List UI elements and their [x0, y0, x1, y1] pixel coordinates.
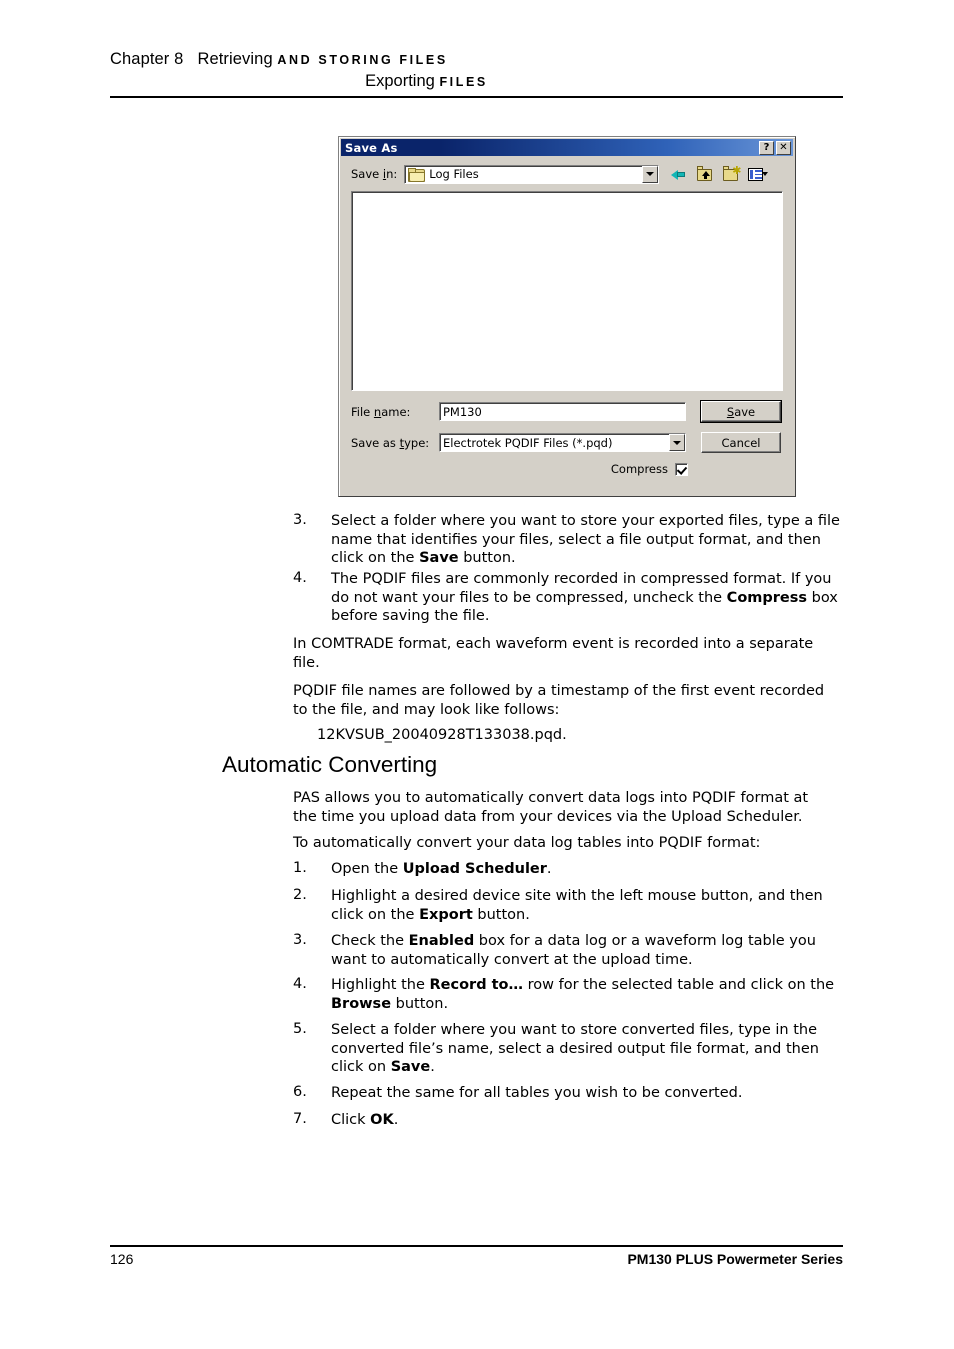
save-in-label: Save in: [351, 167, 398, 181]
page-footer: 126 PM130 PLUS Powermeter Series [110, 1251, 843, 1267]
folder-icon [408, 167, 426, 182]
header-divider [110, 96, 843, 98]
list-item: 6. Repeat the same for all tables you wi… [293, 1084, 841, 1103]
paragraph-pas-intro: PAS allows you to automatically convert … [293, 790, 809, 825]
close-icon[interactable]: ✕ [776, 140, 791, 155]
file-name-value: PM130 [443, 404, 482, 419]
save-as-type-value: Electrotek PQDIF Files (*.pqd) [443, 435, 613, 450]
new-folder-icon[interactable]: ✱ [721, 165, 742, 184]
list-item: 2. Highlight a desired device site with … [293, 887, 841, 924]
list-item-number: 4. [293, 976, 307, 992]
dialog-title: Save As [345, 140, 398, 155]
list-item-text: Select a folder where you want to store … [331, 1022, 819, 1075]
header-section-title: Exporting [365, 72, 435, 90]
list-item-text: Highlight a desired device site with the… [331, 888, 823, 923]
save-button[interactable]: Save [700, 400, 782, 423]
header-section-line: Exporting FILES [110, 72, 843, 91]
compress-checkbox[interactable] [675, 462, 688, 476]
list-item-number: 5. [293, 1021, 307, 1037]
list-item: 4. The PQDIF files are commonly recorded… [293, 570, 841, 626]
list-item-text: Check the Enabled box for a data log or … [331, 933, 816, 968]
list-item-text: Click OK. [331, 1112, 399, 1128]
compress-row: Compress [339, 462, 688, 476]
list-item: 4. Highlight the Record to… row for the … [293, 976, 841, 1013]
list-item-number: 6. [293, 1084, 307, 1100]
header-chapter-title: Retrieving [197, 50, 273, 68]
list-item: 3. Check the Enabled box for a data log … [293, 932, 841, 969]
list-item-text: The PQDIF files are commonly recorded in… [331, 571, 838, 624]
list-item-number: 2. [293, 887, 307, 903]
running-header: Chapter 8 Retrieving AND STORING FILES E… [110, 50, 843, 91]
dialog-titlebar[interactable]: Save As ? ✕ [341, 139, 793, 156]
paragraph-pqdif-names: PQDIF file names are followed by a times… [293, 683, 825, 718]
file-name-label: File name: [351, 404, 411, 419]
chevron-down-icon[interactable] [642, 165, 659, 183]
paragraph-to-convert: To automatically convert your data log t… [293, 835, 761, 851]
file-name-row: File name: PM130 Save [351, 400, 783, 423]
views-icon[interactable] [747, 165, 769, 184]
dialog-toolbar: ✱ [669, 165, 769, 184]
compress-label: Compress [610, 462, 668, 476]
list-item-number: 1. [293, 860, 307, 876]
paragraph-comtrade: In COMTRADE format, each waveform event … [293, 636, 814, 671]
file-name-input[interactable]: PM130 [439, 402, 686, 421]
product-name: PM130 PLUS Powermeter Series [627, 1251, 843, 1267]
list-item-number: 7. [293, 1111, 307, 1127]
header-chapter-title-caps: AND STORING FILES [277, 53, 448, 67]
header-chapter-number: Chapter 8 [110, 50, 184, 68]
list-item: 1. Open the Upload Scheduler. [293, 860, 841, 879]
list-item-number: 3. [293, 932, 307, 948]
save-in-combo[interactable]: Log Files [404, 164, 660, 184]
page-title: Automatic Converting [222, 752, 438, 777]
save-in-row: Save in: Log Files ✱ [339, 163, 795, 185]
back-icon[interactable] [669, 165, 690, 184]
header-chapter-line: Chapter 8 Retrieving AND STORING FILES [110, 50, 843, 69]
save-as-type-row: Save as type: Electrotek PQDIF Files (*.… [351, 432, 783, 453]
cancel-button[interactable]: Cancel [701, 432, 781, 453]
save-as-type-label: Save as type: [351, 435, 430, 450]
list-item: 3. Select a folder where you want to sto… [293, 512, 841, 568]
list-item-text: Repeat the same for all tables you wish … [331, 1085, 743, 1101]
chevron-down-icon[interactable] [669, 434, 685, 451]
save-as-type-select[interactable]: Electrotek PQDIF Files (*.pqd) [439, 433, 686, 452]
list-item-text: Highlight the Record to… row for the sel… [331, 977, 835, 1012]
help-button[interactable]: ? [759, 140, 774, 155]
list-item-text: Open the Upload Scheduler. [331, 861, 552, 877]
save-as-dialog: Save As ? ✕ Save in: Log Files ✱ File na… [338, 136, 796, 497]
filename-example: 12KVSUB_20040928T133038.pqd. [317, 727, 567, 743]
file-list-area[interactable] [351, 191, 783, 391]
header-section-title-caps: FILES [439, 75, 488, 89]
save-in-value: Log Files [429, 167, 479, 181]
list-item-text: Select a folder where you want to store … [331, 513, 840, 566]
list-item-number: 3. [293, 512, 307, 528]
list-item: 7. Click OK. [293, 1111, 841, 1130]
up-one-level-icon[interactable] [695, 165, 716, 184]
footer-divider [110, 1245, 843, 1247]
page-number: 126 [110, 1251, 134, 1267]
list-item: 5. Select a folder where you want to sto… [293, 1021, 841, 1077]
list-item-number: 4. [293, 570, 307, 586]
